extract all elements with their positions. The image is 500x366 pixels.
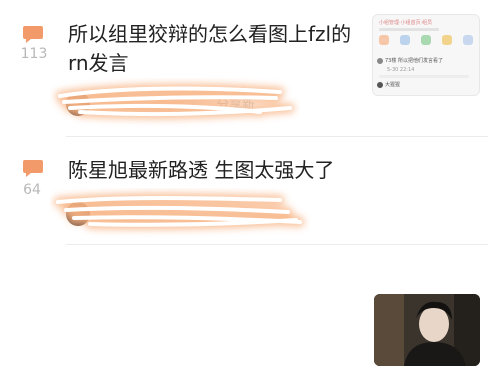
redaction-scribble <box>53 193 305 230</box>
post-thumbnail[interactable] <box>374 294 480 366</box>
post-thumbnail[interactable]: 小组管理·小组首页·组员 73楼 所以把他们发言看了 5-30 22:14 大猩… <box>372 14 480 96</box>
thumbnail-row-text: 73楼 所以把他们发言看了 <box>385 58 443 64</box>
comment-bubble-icon <box>22 158 44 180</box>
blue-icon <box>463 35 473 45</box>
post-title[interactable]: 陈星旭最新路透 生图太强大了 <box>68 156 334 185</box>
post-meta: 分享新 <box>55 84 296 119</box>
thumbnail-line <box>379 28 439 31</box>
blue-icon <box>400 35 410 45</box>
divider <box>66 244 488 245</box>
redaction-scribble <box>55 84 295 119</box>
thumbnail-row: 73楼 所以把他们发言看了 <box>377 57 443 64</box>
thumbnail-time: 5-30 22:14 <box>387 67 415 73</box>
divider <box>66 136 488 137</box>
post-title-line: 所以组里狡辩的怎么看图上fzl的 <box>68 22 352 46</box>
orange-icon <box>379 35 389 45</box>
comment-bubble-icon <box>22 24 44 46</box>
avatar-icon <box>377 81 383 88</box>
yellow-icon <box>442 35 452 45</box>
avatar-icon <box>377 57 383 64</box>
thumbnail-line <box>379 75 469 78</box>
comment-count: 113 <box>20 46 48 62</box>
post-title-line: rn发言 <box>68 51 129 75</box>
thumbnail-header-text: 小组管理·小组首页·组员 <box>379 20 433 25</box>
post-title-line: 陈星旭最新路透 生图太强大了 <box>68 158 335 182</box>
thumbnail-row-text: 大猩猩 <box>385 82 401 88</box>
post-item[interactable]: 113 所以组里狡辩的怎么看图上fzl的 rn发言 分享新 小组管理·小组首页·… <box>0 0 500 138</box>
post-feed: 113 所以组里狡辩的怎么看图上fzl的 rn发言 分享新 小组管理·小组首页·… <box>0 0 500 366</box>
post-item[interactable]: 64 陈星旭最新路透 生图太强大了 <box>0 138 500 366</box>
post-meta <box>53 193 305 230</box>
thumbnail-icon-row <box>379 35 473 49</box>
comment-count: 64 <box>23 182 41 198</box>
post-title[interactable]: 所以组里狡辩的怎么看图上fzl的 rn发言 <box>68 20 351 78</box>
thumbnail-row: 大猩猩 <box>377 81 400 88</box>
person-photo-image <box>374 294 480 366</box>
green-icon <box>421 35 431 45</box>
